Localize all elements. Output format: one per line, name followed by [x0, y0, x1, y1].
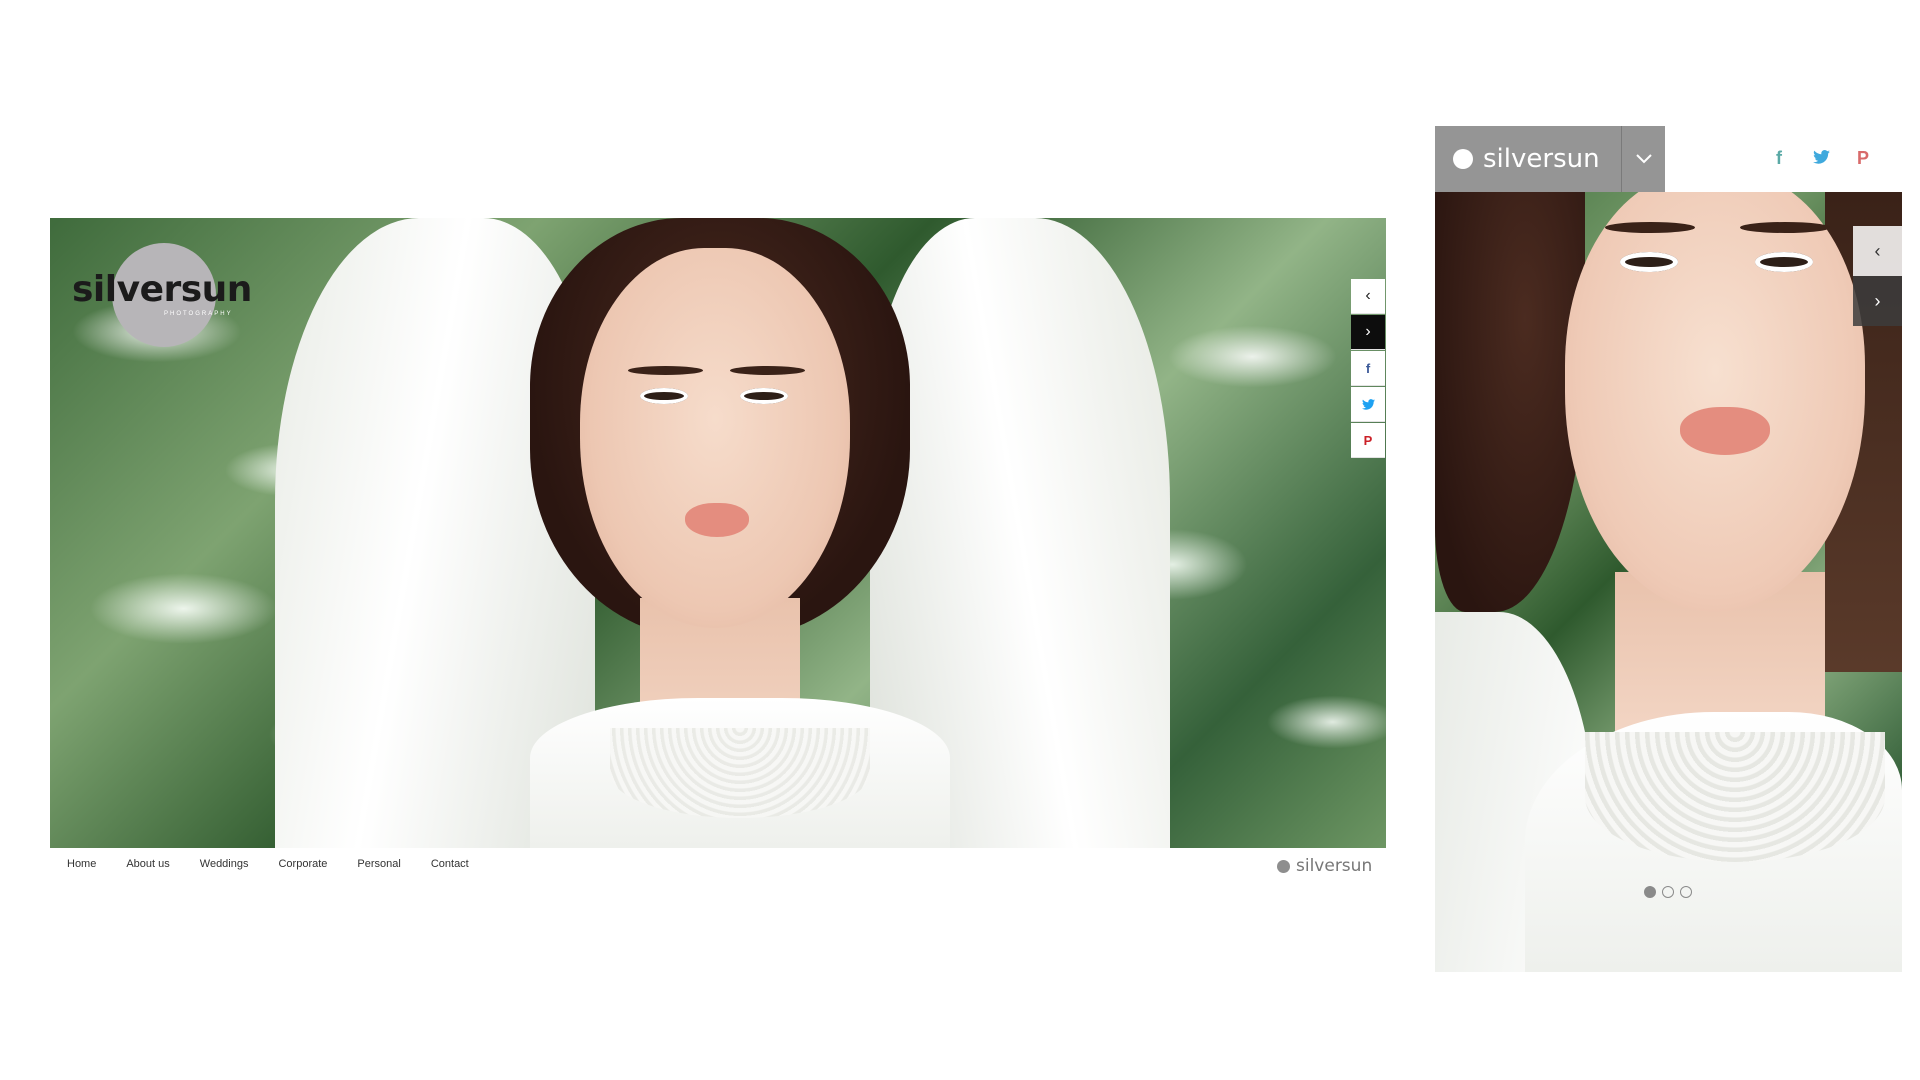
- pinterest-icon: P: [1363, 432, 1373, 448]
- facebook-icon[interactable]: f: [1768, 148, 1790, 169]
- logo-dot-icon: [1453, 149, 1473, 169]
- mobile-logo-text[interactable]: silversun: [1483, 144, 1600, 174]
- twitter-share-button[interactable]: [1351, 387, 1385, 422]
- facebook-icon: f: [1365, 360, 1371, 376]
- twitter-icon[interactable]: [1810, 148, 1832, 169]
- nav-weddings[interactable]: Weddings: [200, 858, 249, 870]
- pinterest-icon[interactable]: P: [1852, 148, 1874, 169]
- pinterest-share-button[interactable]: P: [1351, 423, 1385, 458]
- brow-left: [628, 366, 703, 375]
- chevron-down-icon: [1635, 154, 1652, 164]
- chevron-right-icon: ›: [1365, 323, 1371, 340]
- model-face: [1565, 192, 1865, 612]
- mobile-social-links: f P: [1768, 148, 1874, 169]
- chevron-left-icon: ‹: [1874, 240, 1881, 261]
- next-slide-button[interactable]: ›: [1853, 276, 1902, 326]
- lips: [1680, 407, 1770, 455]
- prev-slide-button[interactable]: ‹: [1853, 226, 1902, 276]
- eye-left: [640, 388, 688, 404]
- nav-corporate[interactable]: Corporate: [278, 858, 327, 870]
- pagination-dot-1[interactable]: [1644, 886, 1656, 898]
- nav-home[interactable]: Home: [67, 858, 96, 870]
- model-face: [580, 248, 850, 628]
- desktop-slider-controls: ‹ › f P: [1351, 279, 1385, 459]
- eye-left: [1620, 252, 1678, 272]
- nav-contact[interactable]: Contact: [431, 858, 469, 870]
- pagination-dot-3[interactable]: [1680, 886, 1692, 898]
- brow-right: [730, 366, 805, 375]
- eye-right: [1755, 252, 1813, 272]
- logo-wordmark: silversun: [72, 269, 252, 310]
- site-logo[interactable]: silversun PHOTOGRAPHY: [60, 243, 260, 353]
- mobile-menu-toggle[interactable]: [1622, 126, 1665, 192]
- chevron-right-icon: ›: [1874, 290, 1881, 311]
- desktop-main-nav: Home About us Weddings Corporate Persona…: [67, 858, 499, 870]
- nav-about-us[interactable]: About us: [126, 858, 169, 870]
- prev-slide-button[interactable]: ‹: [1351, 279, 1385, 314]
- mobile-header: silversun: [1435, 126, 1665, 192]
- mobile-hero-image: [1435, 192, 1902, 972]
- logo-subtitle: PHOTOGRAPHY: [164, 311, 233, 317]
- logo-dot-icon: [1277, 859, 1290, 873]
- chevron-left-icon: ‹: [1365, 287, 1371, 304]
- eye-right: [740, 388, 788, 404]
- twitter-icon: [1361, 398, 1375, 410]
- next-slide-button[interactable]: ›: [1351, 315, 1385, 350]
- mobile-slider-controls: ‹ ›: [1853, 226, 1902, 326]
- facebook-share-button[interactable]: f: [1351, 351, 1385, 386]
- blouse-lace-collar: [1585, 732, 1885, 862]
- slider-pagination: [1644, 886, 1692, 898]
- blouse-lace-collar: [610, 728, 870, 818]
- lips: [685, 503, 749, 537]
- model-hair-left: [1435, 192, 1585, 612]
- nav-personal[interactable]: Personal: [357, 858, 400, 870]
- brow-right: [1740, 222, 1830, 233]
- footer-logo-text: silversun: [1296, 856, 1373, 876]
- footer-logo[interactable]: silversun: [1277, 856, 1372, 876]
- pagination-dot-2[interactable]: [1662, 886, 1674, 898]
- brow-left: [1605, 222, 1695, 233]
